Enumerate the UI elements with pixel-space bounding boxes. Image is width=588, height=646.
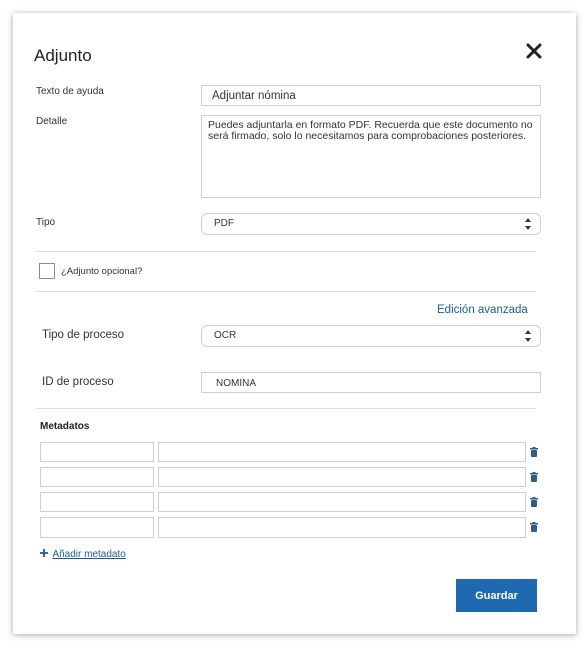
trash-icon[interactable]: [530, 444, 538, 457]
metadata-key-input[interactable]: [40, 492, 154, 512]
help-text-label: Texto de ayuda: [36, 86, 104, 97]
save-button[interactable]: Guardar: [456, 579, 537, 612]
process-type-label: Tipo de proceso: [42, 329, 125, 341]
metadata-heading: Metadatos: [40, 421, 90, 432]
optional-checkbox[interactable]: [39, 263, 55, 279]
metadata-key-input[interactable]: [40, 467, 154, 487]
process-type-select[interactable]: OCR: [201, 325, 541, 347]
metadata-value-input[interactable]: [158, 492, 526, 512]
detail-textarea[interactable]: Puedes adjuntarla en formato PDF. Recuer…: [201, 115, 541, 198]
help-text-input[interactable]: Adjuntar nómina: [201, 85, 541, 106]
process-type-value: OCR: [214, 330, 237, 341]
metadata-key-input[interactable]: [40, 517, 154, 538]
detail-label: Detalle: [36, 116, 68, 127]
plus-icon: [40, 544, 48, 562]
add-metadata-label: Añadir metadato: [52, 549, 126, 561]
close-icon[interactable]: [525, 42, 543, 60]
divider: [36, 291, 536, 292]
optional-label: ¿Adjunto opcional?: [61, 266, 143, 277]
metadata-value-input[interactable]: [158, 517, 526, 538]
metadata-value-input[interactable]: [158, 467, 526, 487]
updown-arrows-icon: [525, 330, 531, 342]
type-select[interactable]: PDF: [201, 213, 541, 235]
type-label: Tipo: [36, 217, 56, 228]
process-id-label: ID de proceso: [42, 376, 114, 388]
trash-icon[interactable]: [530, 519, 538, 532]
attachment-dialog: Adjunto Texto de ayuda Adjuntar nómina D…: [13, 13, 576, 634]
add-metadata-link[interactable]: Añadir metadato: [40, 544, 126, 562]
metadata-key-input[interactable]: [40, 442, 154, 462]
metadata-value-input[interactable]: [158, 442, 526, 462]
divider: [36, 408, 536, 409]
trash-icon[interactable]: [530, 469, 538, 482]
updown-arrows-icon: [525, 218, 531, 230]
trash-icon[interactable]: [530, 494, 538, 507]
dialog-title: Adjunto: [34, 46, 92, 65]
advanced-edit-link[interactable]: Edición avanzada: [437, 304, 528, 316]
process-id-input[interactable]: NOMINA: [201, 372, 541, 393]
type-select-value: PDF: [214, 218, 234, 229]
divider: [36, 251, 536, 252]
